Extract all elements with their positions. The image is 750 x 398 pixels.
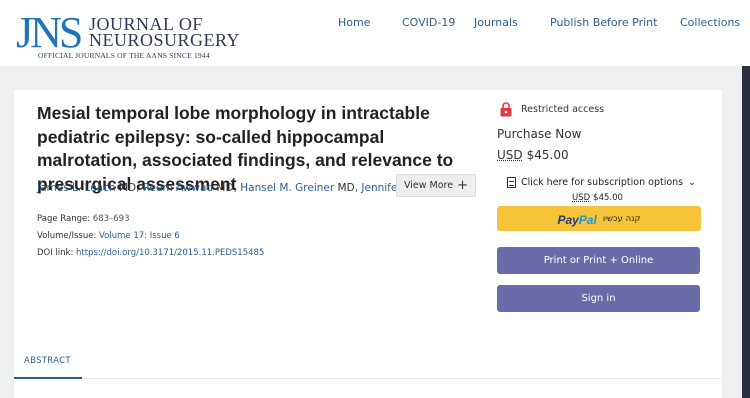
plus-icon: + [457,178,469,193]
paypal-button[interactable]: PayPal קנה עכשיו [497,206,701,231]
site-header: JNS JOURNAL OF NEUROSURGERY OFFICIAL JOU… [0,0,750,66]
tab-divider [14,378,722,379]
subscription-currency: USD [572,193,591,203]
lock-icon [500,102,512,117]
paypal-buy-now-label: קנה עכשיו [602,213,641,224]
doi-link[interactable]: https://doi.org/10.3171/2015.11.PEDS1548… [76,248,264,258]
page-range-value: 683–693 [92,214,130,224]
author-degree: MD [337,182,355,194]
currency-label: USD [497,148,523,162]
view-more-button[interactable]: View More + [396,174,476,197]
page-range: Page Range: 683–693 [37,214,130,224]
chevron-down-icon: ⌄ [688,177,697,188]
purchase-now-heading: Purchase Now [497,127,582,141]
tab-abstract[interactable]: ABSTRACT [24,356,71,366]
nav-publish-before-print[interactable]: Publish Before Print [550,16,657,29]
print-or-online-button[interactable]: Print or Print + Online [497,247,700,274]
nav-journals[interactable]: Journals [474,16,518,29]
tab-abstract-underline [14,377,82,379]
view-more-label: View More [403,180,454,191]
author-link[interactable]: James L. Leach [37,182,116,194]
page-range-label: Page Range: [37,214,91,224]
subscription-options-label: Click here for subscription options [521,177,684,188]
volume-issue-label: Volume/Issue: [37,231,97,241]
nav-collections[interactable]: Collections [680,16,740,29]
restricted-access-label: Restricted access [521,104,605,115]
nav-covid-19[interactable]: COVID-19 [402,16,455,29]
volume-issue-link[interactable]: Volume 17: Issue 6 [99,231,180,241]
scrollbar[interactable] [742,66,750,398]
author-degree: MD [118,182,137,194]
author-degree: MD [216,182,234,194]
paypal-logo-icon: PayPal [557,213,597,227]
document-icon [507,177,516,188]
subscription-price: USD $45.00 [572,193,623,203]
author-link[interactable]: Reem Awwad [143,182,213,194]
price-value: $45.00 [526,148,569,162]
logo-line-2: NEUROSURGERY [89,30,241,50]
subscription-options-toggle[interactable]: Click here for subscription options ⌄ [507,177,696,188]
author-link[interactable]: Hansel M. Greiner [240,182,334,194]
sign-in-button[interactable]: Sign in [497,285,700,312]
logo-tagline: OFFICIAL JOURNALS OF THE AANS SINCE 1944 [38,51,210,60]
print-or-online-label: Print or Print + Online [543,255,654,266]
main-nav: Home COVID-19 Journals Publish Before Pr… [0,16,750,32]
price: USD $45.00 [497,148,569,162]
author-list: James L. Leach MD, Reem Awwad MD, Hansel… [37,182,408,194]
doi-label: DOI link: [37,248,74,258]
volume-issue: Volume/Issue: Volume 17: Issue 6 [37,231,180,241]
nav-home[interactable]: Home [338,16,370,29]
sign-in-label: Sign in [581,293,616,304]
doi: DOI link: https://doi.org/10.3171/2015.1… [37,248,264,258]
subscription-price-value: $45.00 [593,193,623,203]
